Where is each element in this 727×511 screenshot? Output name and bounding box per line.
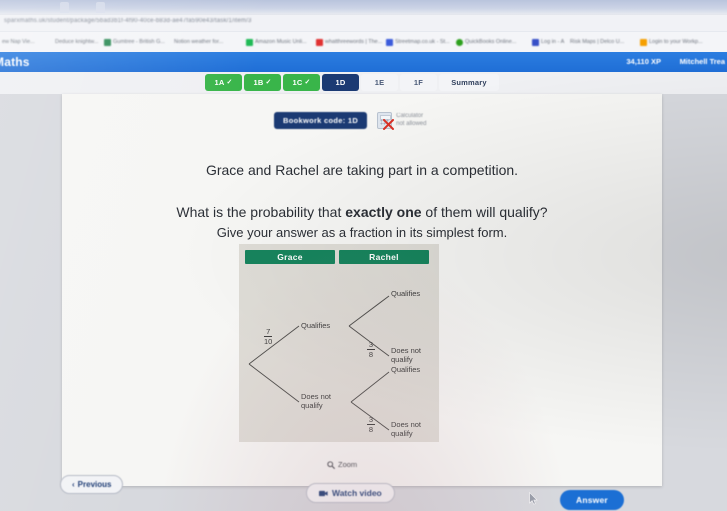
question-card: Bookwork code: 1D Calculator not allowed… — [62, 94, 662, 486]
tab-1c-label: 1C — [292, 78, 303, 87]
bookmark-label: Login to your Workp... — [649, 39, 703, 45]
node-grace-does-not-qualify: Does not qualify — [301, 392, 332, 410]
bookmark-item[interactable]: Risk Maps | Delco U... — [570, 36, 624, 48]
tab-1a-label: 1A — [214, 78, 225, 87]
bookmark-label: Amazon Music Unli... — [255, 39, 307, 45]
check-icon: ✓ — [226, 79, 233, 86]
bookmark-label: Log in - A — [541, 39, 565, 45]
tab-1f-label: 1F — [413, 78, 424, 87]
xp-counter: 34,110 XP — [626, 57, 661, 66]
tab-1a[interactable]: 1A ✓ — [205, 74, 242, 91]
address-bar-url[interactable]: sparxmaths.uk/student/package/5bad3b1f-4… — [4, 18, 504, 29]
bookmark-item[interactable]: Login to your Workp... — [640, 36, 703, 48]
bookmark-label: Deduce knightw... — [55, 39, 99, 45]
calculator-label-line1: Calculator — [396, 113, 424, 119]
node-grace-qualifies: Qualifies — [301, 321, 331, 330]
tab-1e[interactable]: 1E — [361, 74, 398, 91]
node-rachel-qualifies-top: Qualifies — [391, 289, 421, 298]
tab-summary[interactable]: Summary — [439, 74, 499, 91]
bookmark-favicon-icon — [386, 38, 393, 46]
bookmark-label: Risk Maps | Delco U... — [570, 39, 625, 45]
no-entry-cross-icon — [383, 119, 395, 130]
chevron-left-icon: ‹ — [72, 480, 75, 489]
bookmark-label: Streetmap.co.uk - St... — [395, 39, 450, 45]
bookmark-label: whatthreewords | The... — [325, 39, 383, 45]
question-line-2-after: of them will qualify? — [421, 204, 548, 220]
question-line-1: Grace and Rachel are taking part in a co… — [205, 162, 519, 178]
video-camera-icon — [319, 490, 328, 496]
prob-rachel-bottom-numerator: 3 — [368, 415, 374, 424]
calculator-status-text: Calculator not allowed — [396, 113, 426, 128]
mouse-cursor-icon — [529, 492, 538, 505]
question-line-3: Give your answer as a fraction in its si… — [216, 225, 508, 240]
check-icon: ✓ — [265, 79, 272, 86]
bookmark-favicon-icon — [104, 38, 111, 46]
question-line-2: What is the probability that exactly one… — [62, 204, 662, 220]
bookmark-favicon-icon — [640, 38, 647, 46]
check-icon: ✓ — [304, 79, 311, 86]
calculator-not-allowed-block: Calculator not allowed — [377, 112, 426, 130]
tab-summary-label: Summary — [451, 78, 487, 87]
bookmark-favicon-icon — [456, 38, 463, 46]
browser-tab-strip[interactable] — [0, 0, 727, 14]
browser-tab[interactable] — [60, 2, 69, 13]
probability-tree-diagram[interactable]: Grace Rachel 7 10 Qualifies Does not qua… — [239, 244, 439, 442]
magnifier-icon — [327, 460, 335, 469]
prob-rachel-top-denominator: 8 — [368, 349, 374, 359]
screen-photograph: sparxmaths.uk/student/package/5bad3b1f-4… — [0, 0, 727, 511]
bookmark-label: Gumtree - British G... — [113, 39, 165, 45]
question-line-2-before: What is the probability that — [176, 204, 346, 220]
task-tab-list: 1A ✓ 1B ✓ 1C ✓ 1D 1E 1F Summary — [205, 74, 499, 91]
bookmark-favicon-icon — [246, 38, 253, 46]
app-header-bar — [0, 52, 727, 72]
prob-rachel-does-not-qualify-top: 3 8 — [367, 341, 375, 359]
bookmark-label: QuickBooks Online... — [465, 39, 517, 45]
prob-rachel-bottom-denominator: 8 — [368, 424, 374, 434]
watch-video-label: Watch video — [332, 488, 382, 498]
tab-1b-label: 1B — [253, 78, 264, 87]
question-emphasis: exactly one — [345, 204, 422, 220]
prob-rachel-does-not-qualify-bottom: 3 8 — [367, 416, 375, 434]
zoom-control[interactable]: Zoom — [327, 460, 357, 469]
bookmark-item[interactable]: Log in - A — [532, 36, 564, 48]
bookmark-item[interactable]: Deduce knightw... — [55, 36, 98, 48]
bookwork-row: Bookwork code: 1D Calculator not allowed — [274, 112, 426, 130]
bookmark-item[interactable]: QuickBooks Online... — [456, 36, 516, 48]
bookwork-code-badge: Bookwork code: 1D — [274, 112, 368, 129]
prob-rachel-top-numerator: 3 — [368, 340, 374, 349]
app-logo[interactable]: Maths — [0, 55, 30, 69]
bookmark-label: Notion weather for... — [174, 39, 224, 45]
user-name[interactable]: Mitchell Trea — [680, 57, 725, 66]
node-rachel-does-not-qualify-bottom: Does not qualify — [391, 420, 422, 438]
prob-grace-qualifies-denominator: 10 — [264, 336, 273, 346]
node-rachel-qualifies-bottom: Qualifies — [391, 365, 421, 374]
zoom-label: Zoom — [338, 460, 358, 469]
prob-grace-qualifies: 7 10 — [263, 328, 273, 346]
tab-1f[interactable]: 1F — [400, 74, 437, 91]
tab-1b[interactable]: 1B ✓ — [244, 74, 281, 91]
bookmark-item[interactable]: ew Nap Vie... — [2, 36, 35, 48]
previous-button[interactable]: ‹ Previous — [60, 475, 124, 494]
node-rachel-does-not-qualify-top: Does not qualify — [391, 346, 422, 364]
bookmark-item[interactable]: whatthreewords | The... — [316, 36, 382, 48]
bookmark-item[interactable]: Streetmap.co.uk - St... — [386, 36, 450, 48]
tab-1d[interactable]: 1D — [322, 74, 359, 91]
tab-1d-label: 1D — [335, 78, 346, 87]
bookmark-favicon-icon — [532, 38, 539, 46]
bookmark-favicon-icon — [316, 38, 323, 46]
watch-video-button[interactable]: Watch video — [306, 483, 395, 503]
bookmark-item[interactable]: Notion weather for... — [174, 36, 223, 48]
tab-1c[interactable]: 1C ✓ — [283, 74, 320, 91]
browser-tab[interactable] — [96, 2, 105, 13]
bookmark-label: ew Nap Vie... — [2, 39, 35, 45]
tab-1e-label: 1E — [374, 78, 385, 87]
calculator-icon — [377, 112, 395, 130]
bookmark-item[interactable]: Amazon Music Unli... — [246, 36, 307, 48]
prob-grace-qualifies-numerator: 7 — [266, 327, 271, 336]
answer-button[interactable]: Answer — [560, 490, 624, 510]
bookmark-item[interactable]: Gumtree - British G... — [104, 36, 165, 48]
previous-button-label: Previous — [77, 480, 112, 489]
calculator-label-line2: not allowed — [396, 120, 427, 127]
